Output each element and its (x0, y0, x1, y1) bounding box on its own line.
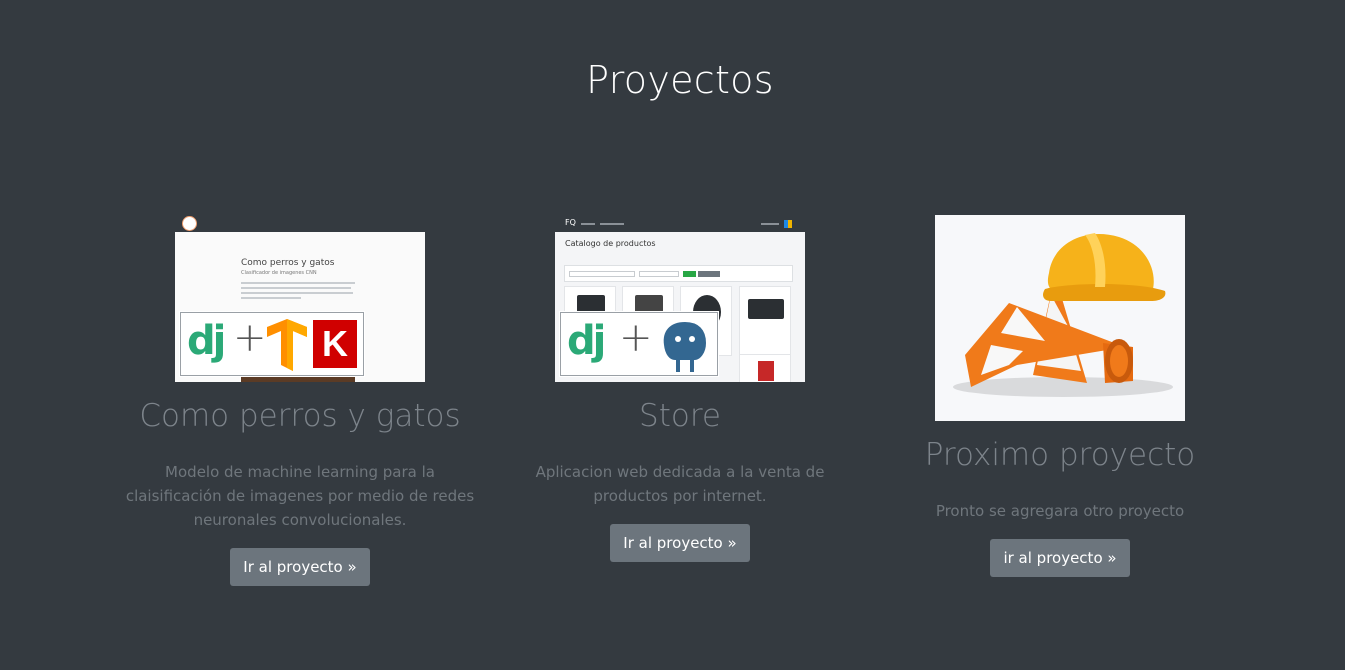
project-title: Store (639, 398, 721, 434)
cart-icon (784, 220, 792, 228)
project-thumbnail-perros-gatos[interactable]: Como perros y gatos Clasificador de imag… (175, 215, 425, 382)
project-title: Proximo proyecto (924, 437, 1196, 473)
text-line (241, 297, 301, 299)
keras-logo-icon: K (313, 320, 357, 368)
project-description: Modelo de machine learning para la clais… (125, 463, 475, 529)
postgresql-logo-icon (661, 319, 709, 374)
project-title: Como perros y gatos (139, 398, 461, 434)
project-thumbnail-store[interactable]: FQ Catalogo de productos dj + (555, 215, 805, 382)
thumbnail-subheading: Clasificador de imagenes CNN (241, 270, 317, 276)
product-card (739, 354, 791, 382)
text-line (241, 292, 353, 294)
text-line (241, 287, 351, 289)
project-description: Aplicacion web dedicada a la venta de pr… (535, 463, 825, 505)
product-card (739, 286, 791, 356)
tech-logos-box: dj + (560, 312, 718, 376)
project-thumbnail-proximo[interactable] (935, 215, 1185, 421)
plus-icon: + (233, 315, 267, 361)
project-card-proximo: Proximo proyecto Pronto se agregara otro… (870, 215, 1250, 577)
project-card-store: FQ Catalogo de productos dj + Store Apli… (490, 215, 870, 562)
thumbnail-navbar (175, 215, 425, 232)
tensorflow-logo-icon (267, 319, 307, 371)
thumbnail-heading: Catalogo de productos (565, 239, 656, 248)
django-logo-icon: dj (187, 318, 226, 364)
plus-icon: + (619, 315, 653, 361)
section-title: Proyectos (586, 58, 774, 102)
go-to-project-button[interactable]: Ir al proyecto » (610, 524, 750, 562)
go-to-project-button[interactable]: Ir al proyecto » (230, 548, 370, 586)
thumbnail-heading: Como perros y gatos (241, 258, 335, 268)
tech-logos-box: dj + K (180, 312, 364, 376)
filter-bar (564, 265, 793, 282)
store-brand: FQ (565, 218, 576, 227)
go-to-project-button[interactable]: ir al proyecto » (990, 539, 1130, 577)
text-line (241, 282, 355, 284)
under-construction-image (953, 233, 1173, 397)
thumbnail-navbar: FQ (555, 215, 805, 232)
project-card-perros-gatos: Como perros y gatos Clasificador de imag… (110, 215, 490, 586)
project-description: Pronto se agregara otro proyecto (935, 502, 1185, 520)
site-logo-icon (182, 216, 197, 231)
django-logo-icon: dj (567, 318, 606, 364)
